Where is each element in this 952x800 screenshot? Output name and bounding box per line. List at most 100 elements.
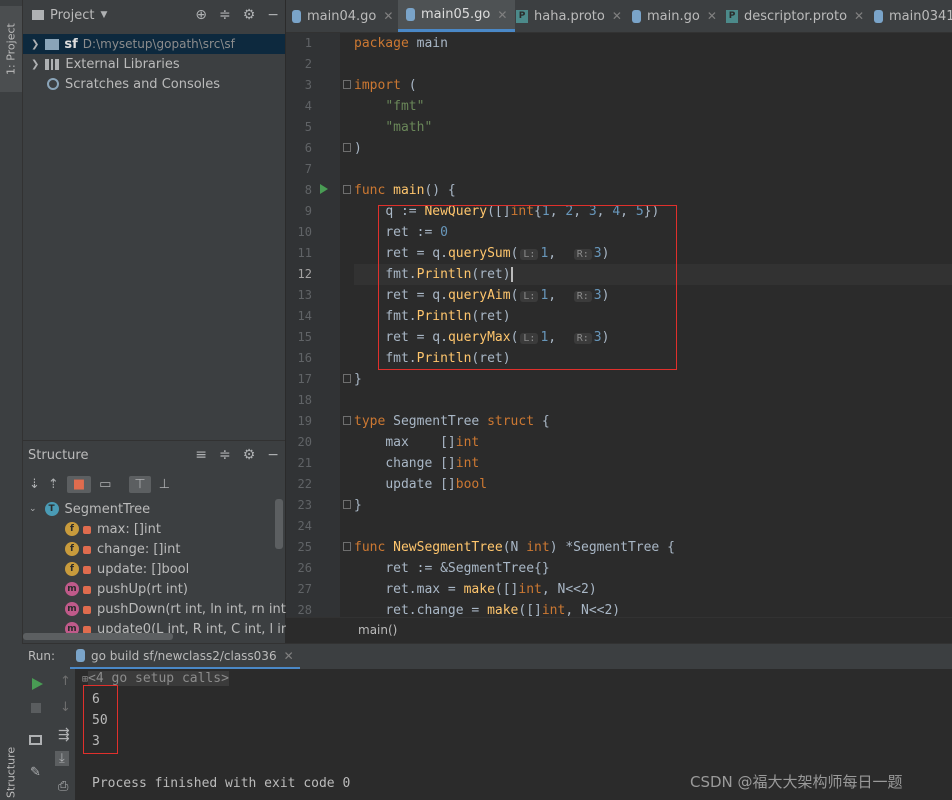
- code-line-17: }: [354, 372, 362, 387]
- fold-marker[interactable]: [343, 374, 351, 383]
- run-gutter-icon[interactable]: [320, 184, 328, 194]
- close-icon[interactable]: ✕: [497, 8, 507, 22]
- tab-main04-go[interactable]: main04.go ✕: [292, 0, 393, 32]
- watermark: CSDN @福大大架构师每日一题: [690, 773, 903, 791]
- project-tool-tab[interactable]: 1: Project: [0, 6, 22, 92]
- fold-marker[interactable]: [343, 185, 351, 194]
- down-arrow-icon[interactable]: ↓: [60, 700, 71, 715]
- run-toolbar: ↑ ↓ ⇶ ✎ ⤓ ⎙: [22, 669, 75, 800]
- gear-icon[interactable]: ⚙: [243, 447, 256, 463]
- structure-member[interactable]: f update: []bool: [65, 559, 189, 579]
- expand-all-icon[interactable]: ≡: [195, 447, 207, 463]
- project-view-dropdown[interactable]: Project: [50, 8, 94, 23]
- tab-descriptor-proto[interactable]: Pdescriptor.proto ✕: [726, 0, 864, 32]
- tab-main0341-go[interactable]: main0341.g: [874, 0, 952, 32]
- horizontal-scrollbar[interactable]: [23, 633, 285, 641]
- show-private-icon[interactable]: ■: [66, 475, 92, 493]
- tab-label: main05.go: [421, 7, 491, 22]
- lock-icon: [83, 566, 91, 574]
- line-number: 22: [297, 477, 312, 491]
- tab-haha-proto[interactable]: Phaha.proto ✕: [516, 0, 622, 32]
- layout-icon[interactable]: [29, 735, 42, 745]
- structure-member[interactable]: f change: []int: [65, 539, 180, 559]
- code-line-20: max []int: [385, 435, 480, 450]
- chevron-down-icon[interactable]: ▼: [100, 10, 107, 20]
- collapse-all-icon[interactable]: ≑: [219, 447, 231, 463]
- tree-item-external-libraries[interactable]: ❯ External Libraries: [31, 54, 180, 74]
- fold-marker[interactable]: [343, 143, 351, 152]
- line-number: 19: [297, 414, 312, 428]
- chevron-down-icon[interactable]: ⌄: [29, 504, 37, 514]
- tree-item-path: D:\mysetup\gopath\src\sf: [82, 37, 235, 51]
- go-file-icon: [292, 9, 301, 23]
- output-highlight-box: [83, 685, 118, 754]
- project-panel-header: Project ▼ ⊕ ≑ ⚙ −: [23, 0, 285, 30]
- gear-icon[interactable]: ⚙: [243, 7, 256, 23]
- chevron-right-icon[interactable]: ❯: [31, 39, 39, 50]
- run-config-tab[interactable]: go build sf/newclass2/class036 ✕: [70, 644, 300, 670]
- scroll-to-end-icon[interactable]: ⤓: [55, 751, 69, 766]
- fold-marker[interactable]: [343, 80, 351, 89]
- tree-item-scratches[interactable]: Scratches and Consoles: [47, 74, 220, 94]
- member-label: change: []int: [97, 541, 181, 557]
- code-line-23: }: [354, 498, 362, 513]
- fold-marker[interactable]: [343, 500, 351, 509]
- structure-member[interactable]: m pushUp(rt int): [65, 579, 188, 599]
- go-file-icon: [76, 649, 85, 662]
- tree-item-label: sf: [64, 36, 78, 52]
- tab-main-go[interactable]: main.go ✕: [632, 0, 717, 32]
- go-file-icon: [874, 9, 883, 23]
- breadcrumb: main(): [286, 617, 952, 644]
- stop-icon[interactable]: [31, 703, 41, 713]
- up-arrow-icon[interactable]: ↑: [60, 674, 71, 689]
- line-number: 7: [304, 162, 312, 176]
- chevron-right-icon[interactable]: ❯: [31, 59, 39, 70]
- sort-visibility-icon[interactable]: ⇡: [48, 477, 59, 492]
- close-icon[interactable]: ✕: [383, 9, 393, 23]
- tab-main05-go[interactable]: main05.go ✕: [398, 0, 516, 32]
- code-line-22: update []bool: [385, 477, 488, 492]
- tab-label: main04.go: [307, 8, 377, 24]
- line-number: 27: [297, 582, 312, 596]
- type-icon: T: [44, 502, 59, 516]
- proto-file-icon: P: [516, 9, 528, 23]
- line-number: 24: [297, 519, 312, 533]
- soft-wrap-icon[interactable]: ⇶: [58, 727, 70, 743]
- lock-icon: [83, 586, 91, 594]
- fold-marker[interactable]: [343, 542, 351, 551]
- close-icon[interactable]: ✕: [284, 649, 294, 663]
- pin-icon[interactable]: ✎: [30, 765, 41, 780]
- tree-item-sf[interactable]: ❯ sf D:\mysetup\gopath\src\sf: [31, 34, 235, 54]
- line-number: 9: [304, 204, 312, 218]
- tree-item-label: External Libraries: [65, 56, 180, 72]
- fold-marker[interactable]: [343, 416, 351, 425]
- structure-member[interactable]: f max: []int: [65, 519, 161, 539]
- structure-tool-tab[interactable]: Structure: [0, 745, 22, 800]
- structure-member[interactable]: m pushDown(rt int, ln int, rn int): [65, 599, 291, 619]
- autoscroll-from-source-icon[interactable]: ⊥: [159, 477, 170, 492]
- folder-icon: [45, 38, 60, 50]
- code-line-25: func NewSegmentTree(N int) *SegmentTree …: [354, 540, 675, 555]
- breadcrumb-item[interactable]: main(): [358, 623, 397, 637]
- vertical-scrollbar[interactable]: [275, 499, 283, 549]
- print-icon[interactable]: ⎙: [58, 779, 68, 794]
- locate-icon[interactable]: ⊕: [195, 7, 207, 23]
- close-icon[interactable]: ✕: [612, 9, 622, 23]
- structure-root[interactable]: ⌄ T SegmentTree: [29, 499, 150, 519]
- structure-panel-title: Structure: [28, 447, 89, 463]
- minimize-icon[interactable]: −: [267, 447, 279, 463]
- show-fields-icon[interactable]: ▭: [99, 477, 111, 492]
- rerun-icon[interactable]: [32, 678, 43, 690]
- sort-alpha-icon[interactable]: ⇣: [29, 477, 40, 492]
- method-icon: m: [65, 602, 79, 616]
- close-icon[interactable]: ✕: [854, 9, 864, 23]
- folded-calls-label: <4 go setup calls>: [88, 671, 229, 686]
- code-line-8: func main() {: [354, 183, 456, 198]
- collapse-all-icon[interactable]: ≑: [219, 7, 231, 23]
- autoscroll-to-source-icon[interactable]: ⊤: [129, 475, 151, 493]
- close-icon[interactable]: ✕: [707, 9, 717, 23]
- minimize-icon[interactable]: −: [267, 7, 279, 23]
- field-icon: f: [65, 522, 79, 536]
- go-file-icon: [632, 9, 641, 23]
- tab-label: main.go: [647, 8, 700, 24]
